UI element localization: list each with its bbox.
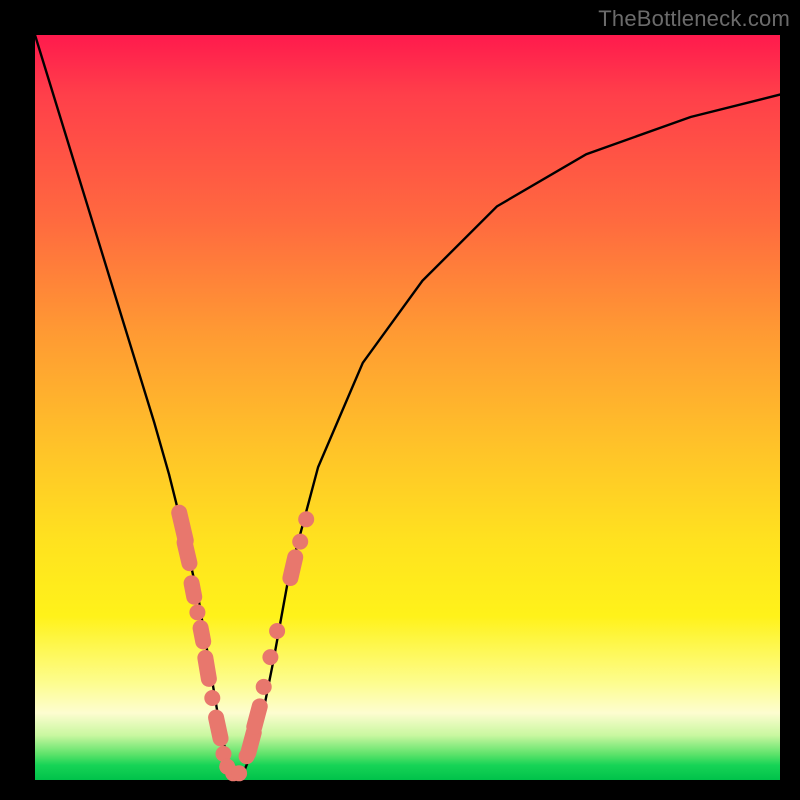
data-point (269, 623, 285, 639)
data-point (256, 679, 272, 695)
data-point (204, 690, 220, 706)
data-segment (182, 574, 203, 606)
watermark-text: TheBottleneck.com (598, 6, 790, 32)
data-segment (207, 708, 230, 748)
data-markers (170, 503, 315, 781)
bottleneck-curve (35, 35, 780, 773)
data-point (189, 604, 205, 620)
data-point (292, 534, 308, 550)
data-segment (196, 649, 218, 688)
chart-svg (35, 35, 780, 780)
data-segment (244, 697, 269, 737)
data-segment (281, 548, 305, 588)
data-segment (191, 619, 212, 651)
data-point (231, 765, 247, 781)
data-point (262, 649, 278, 665)
data-segment (175, 533, 199, 573)
data-point (298, 511, 314, 527)
chart-frame: TheBottleneck.com (0, 0, 800, 800)
plot-area (35, 35, 780, 780)
